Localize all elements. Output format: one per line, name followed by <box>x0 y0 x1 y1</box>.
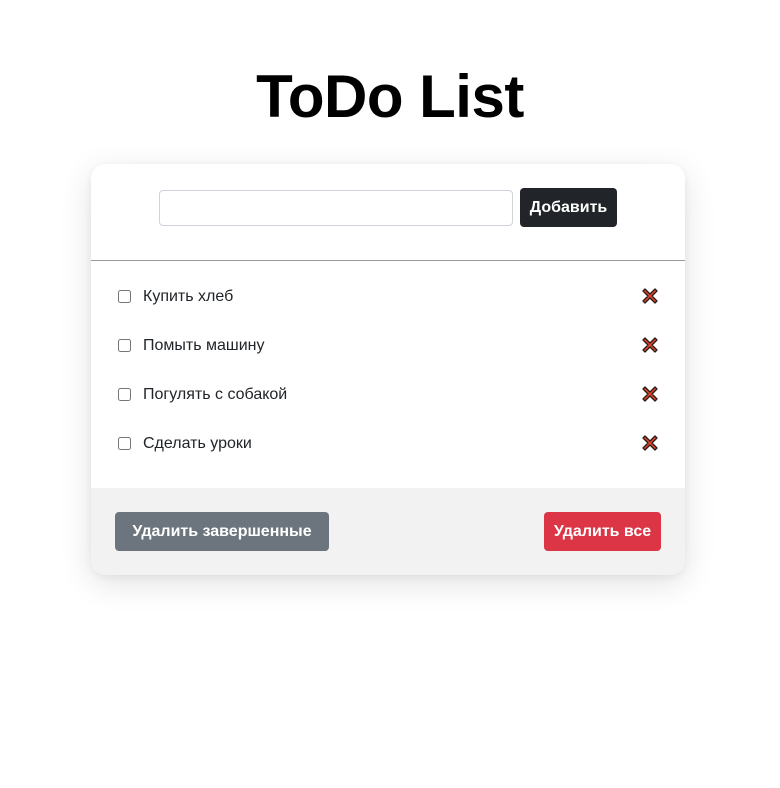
task-checkbox[interactable] <box>118 388 131 401</box>
page-title: ToDo List <box>256 63 524 130</box>
new-task-input[interactable] <box>159 190 513 226</box>
task-label: Купить хлеб <box>143 288 234 305</box>
task-item: Купить хлеб <box>91 279 685 328</box>
task-checkbox[interactable] <box>118 290 131 303</box>
delete-task-icon[interactable] <box>640 384 660 404</box>
divider <box>91 260 685 261</box>
task-list: Купить хлеб Помыть машину Погулять с соб… <box>91 279 685 475</box>
task-checkbox[interactable] <box>118 437 131 450</box>
task-checkbox[interactable] <box>118 339 131 352</box>
page: ToDo List Добавить Купить хлеб Помыть ма… <box>0 0 780 788</box>
delete-task-icon[interactable] <box>640 433 660 453</box>
task-item: Помыть машину <box>91 328 685 377</box>
delete-task-icon[interactable] <box>640 335 660 355</box>
todo-card: Добавить Купить хлеб Помыть машину Погул… <box>91 164 685 575</box>
task-item: Сделать уроки <box>91 426 685 475</box>
add-task-form: Добавить <box>91 164 685 260</box>
add-task-button[interactable]: Добавить <box>520 188 617 227</box>
task-label: Сделать уроки <box>143 435 252 452</box>
card-footer: Удалить завершенные Удалить все <box>91 488 685 575</box>
clear-all-button[interactable]: Удалить все <box>544 512 661 551</box>
task-label: Погулять с собакой <box>143 386 288 403</box>
delete-task-icon[interactable] <box>640 286 660 306</box>
task-label: Помыть машину <box>143 337 265 354</box>
clear-completed-button[interactable]: Удалить завершенные <box>115 512 329 551</box>
task-item: Погулять с собакой <box>91 377 685 426</box>
